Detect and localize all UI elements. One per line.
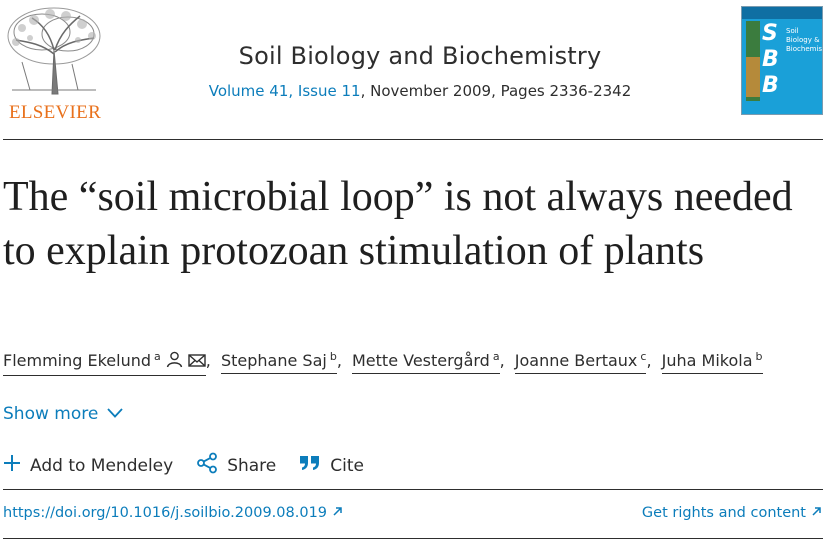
cover-letter: S <box>762 21 778 46</box>
cover-photo-strip <box>746 57 760 97</box>
author-name: Stephane Saj <box>220 351 327 370</box>
cite-button[interactable]: Cite <box>299 454 364 477</box>
journal-title-link[interactable]: Soil Biology and Biochemistry <box>239 42 602 70</box>
article-actions: Add to Mendeley Share Cite <box>3 452 387 479</box>
envelope-icon <box>188 353 206 372</box>
publisher-name: ELSEVIER <box>8 102 102 123</box>
cover-top-band <box>742 7 822 19</box>
add-to-mendeley-button[interactable]: Add to Mendeley <box>3 454 173 477</box>
author-link[interactable]: Juha Mikola b <box>661 350 763 374</box>
article-title: The “soil microbial loop” is not always … <box>3 174 793 274</box>
author-link[interactable]: Mette Vestergård a <box>352 350 500 374</box>
author-list: Flemming Ekelund a, Stephane Saj b, Mette … <box>3 350 832 376</box>
cite-label: Cite <box>330 455 364 476</box>
chevron-down-icon <box>106 404 124 424</box>
author-name: Mette Vestergård <box>352 351 490 370</box>
author-separator: , <box>205 351 211 370</box>
author-separator: , <box>646 351 652 370</box>
divider <box>3 489 823 490</box>
author-name: Joanne Bertaux <box>514 351 638 370</box>
author-link[interactable]: Joanne Bertaux c <box>514 350 647 374</box>
tree-icon <box>2 4 106 100</box>
author-link[interactable]: Stephane Saj b <box>220 350 337 374</box>
cover-letter: B <box>762 73 779 98</box>
external-arrow-icon <box>811 505 822 521</box>
author-link[interactable]: Flemming Ekelund a <box>3 350 206 376</box>
cover-title: Soil Biology & Biochemistry <box>786 27 823 53</box>
elsevier-tree-logo[interactable]: ELSEVIER <box>2 4 106 123</box>
affiliation-sup: a <box>154 350 161 363</box>
show-more-button[interactable]: Show more <box>3 404 124 424</box>
article-header: ELSEVIER Soil Biology and Biochemistry V… <box>0 0 832 140</box>
volume-issue-link[interactable]: Volume 41, Issue 11 <box>209 82 361 100</box>
divider <box>3 538 823 539</box>
author-separator: , <box>336 351 342 370</box>
affiliation-sup: b <box>755 350 763 363</box>
mendeley-label: Add to Mendeley <box>30 455 174 476</box>
date-pages: , November 2009, Pages 2336-2342 <box>360 82 632 100</box>
external-arrow-icon <box>332 505 343 521</box>
rights-text: Get rights and content <box>641 505 806 521</box>
person-icon <box>166 351 183 372</box>
quote-icon <box>299 454 321 477</box>
share-icon <box>196 452 218 479</box>
author-separator: , <box>499 351 505 370</box>
show-more-label: Show more <box>3 404 99 424</box>
author-name: Flemming Ekelund <box>3 351 152 370</box>
affiliation-sup: b <box>329 350 337 363</box>
share-button[interactable]: Share <box>196 452 276 479</box>
journal-cover-image[interactable]: S B B Soil Biology & Biochemistry <box>741 6 823 115</box>
divider <box>3 139 823 140</box>
affiliation-sup: a <box>492 350 500 363</box>
journal-info: Soil Biology and Biochemistry Volume 41,… <box>180 42 660 100</box>
doi-text: https://doi.org/10.1016/j.soilbio.2009.0… <box>3 505 328 521</box>
journal-meta: Volume 41, Issue 11, November 2009, Page… <box>180 82 660 100</box>
get-rights-link[interactable]: Get rights and content <box>642 505 822 521</box>
doi-link[interactable]: https://doi.org/10.1016/j.soilbio.2009.0… <box>3 505 343 521</box>
cover-letters: S B B <box>762 21 779 99</box>
cover-letter: B <box>762 47 779 72</box>
plus-icon <box>3 454 21 477</box>
share-label: Share <box>227 455 277 476</box>
author-name: Juha Mikola <box>661 351 753 370</box>
